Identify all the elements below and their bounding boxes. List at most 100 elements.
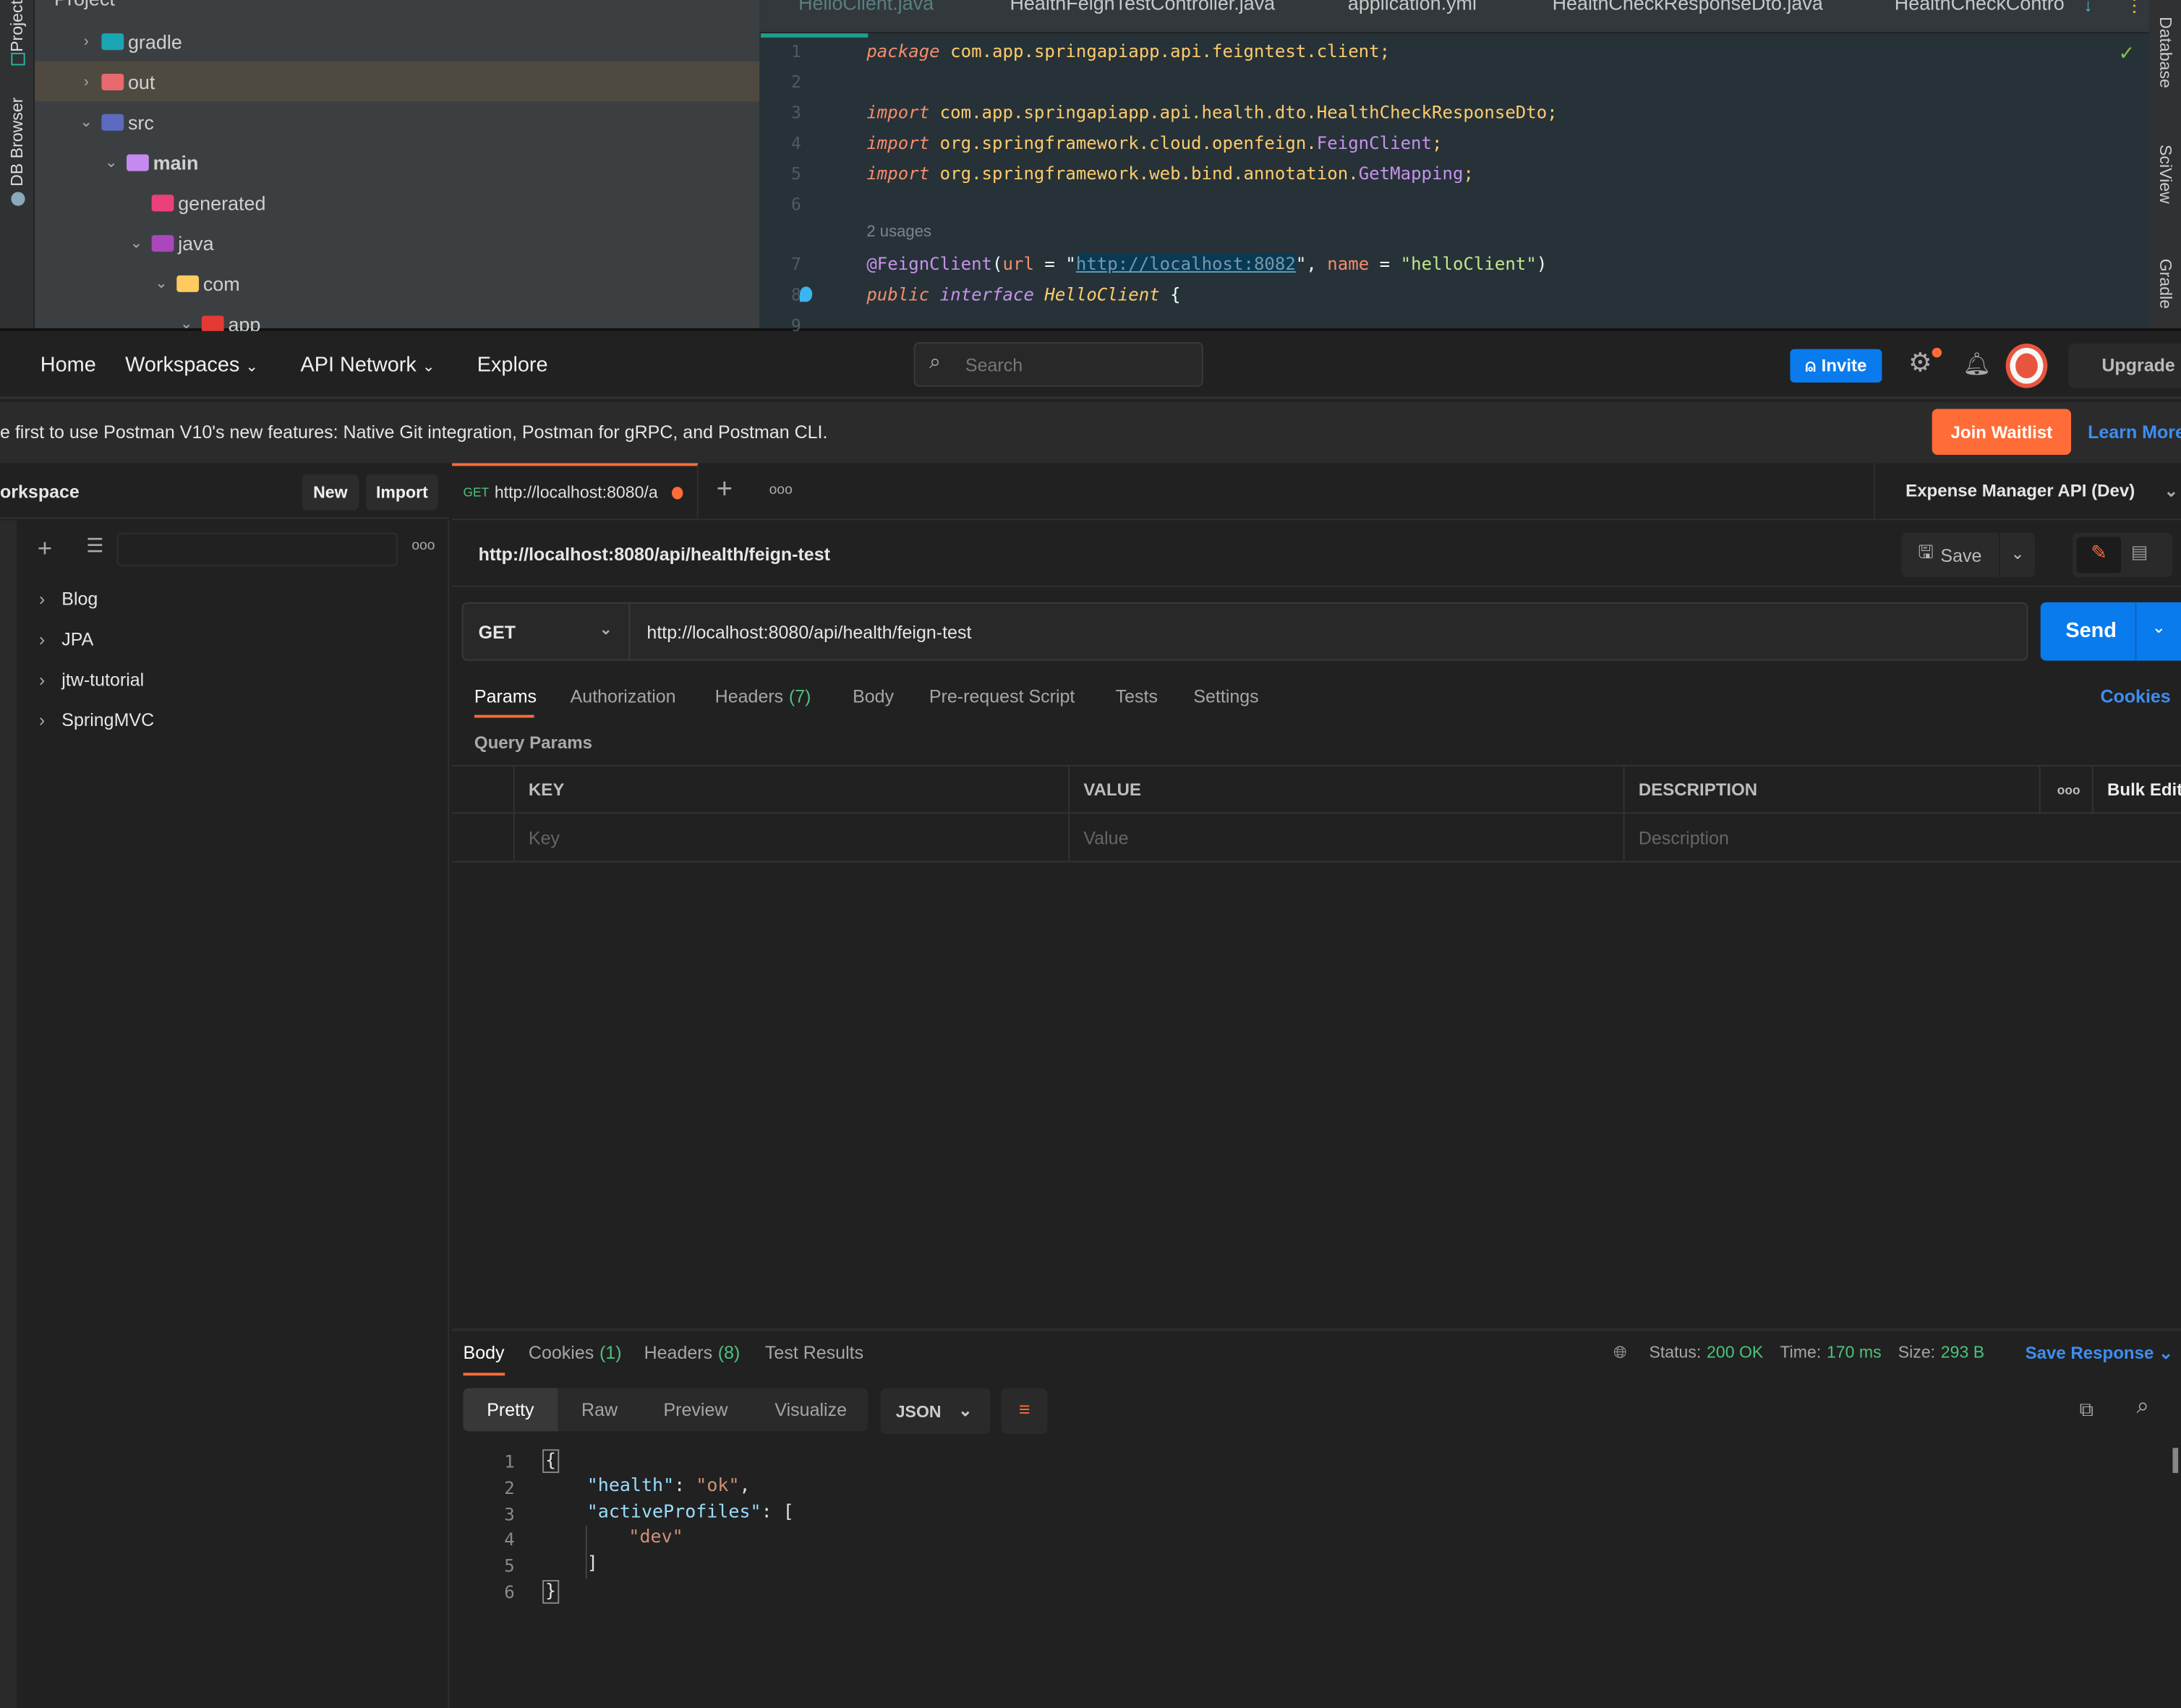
- more-icon[interactable]: ⋮: [2125, 0, 2143, 17]
- value-input[interactable]: Value: [1070, 814, 1625, 861]
- project-tool-tab[interactable]: Project: [7, 0, 27, 52]
- new-button[interactable]: New: [302, 474, 359, 511]
- collection-item[interactable]: › jtw-tutorial: [39, 669, 144, 690]
- view-preview[interactable]: Preview: [663, 1399, 727, 1420]
- save-options-chevron[interactable]: ⌄: [1999, 532, 2036, 578]
- key-input[interactable]: Key: [515, 814, 1070, 861]
- response-tab-cookies[interactable]: Cookies (1): [529, 1342, 622, 1363]
- environment-selector[interactable]: Expense Manager API (Dev) ⌄: [1873, 463, 2181, 519]
- nav-home[interactable]: Home: [40, 354, 96, 377]
- chevron-right-icon[interactable]: ›: [39, 709, 45, 730]
- gradle-tool-tab[interactable]: Gradle: [2156, 259, 2175, 309]
- feign-url-link[interactable]: http://localhost:8082: [1075, 253, 1296, 274]
- editor-tab-helloclient[interactable]: HelloClient.java: [798, 0, 934, 14]
- nav-api-network[interactable]: API Network ⌄: [300, 354, 435, 377]
- format-select[interactable]: JSON ⌄: [880, 1388, 991, 1435]
- import-button[interactable]: Import: [365, 474, 438, 511]
- tree-item-generated[interactable]: generated: [35, 182, 759, 223]
- tree-item-main[interactable]: ⌄ main: [35, 142, 759, 182]
- response-tab-test-results[interactable]: Test Results: [765, 1342, 863, 1363]
- wrap-lines-icon[interactable]: ≡: [1001, 1388, 1048, 1435]
- scrollbar[interactable]: [2172, 1448, 2179, 1473]
- tab-options-icon[interactable]: ooo: [769, 482, 793, 498]
- learn-more-link[interactable]: Learn More: [2088, 422, 2181, 443]
- collections-search-input[interactable]: [116, 532, 398, 566]
- tree-item-java[interactable]: ⌄ java: [35, 223, 759, 263]
- tree-item-src[interactable]: ⌄ src: [35, 101, 759, 142]
- table-options-icon[interactable]: ooo: [2041, 766, 2093, 814]
- chevron-icon[interactable]: ⌄: [77, 113, 96, 131]
- tab-pre-request-script[interactable]: Pre-request Script: [929, 686, 1075, 706]
- bulk-edit-button[interactable]: Bulk Edit: [2093, 767, 2181, 814]
- join-waitlist-button[interactable]: Join Waitlist: [1932, 409, 2072, 455]
- view-visualize[interactable]: Visualize: [774, 1399, 847, 1420]
- editor-tab-healthcheckresponsedto[interactable]: HealthCheckResponseDto.java: [1553, 0, 1823, 14]
- copy-icon[interactable]: ⧉: [2080, 1398, 2093, 1422]
- editor-tab-healthfeigntestcontroller[interactable]: HealthFeignTestController.java: [1010, 0, 1275, 14]
- chevron-icon[interactable]: ⌄: [101, 153, 121, 171]
- tabs-overflow-icon[interactable]: ↓: [2083, 0, 2093, 15]
- editor-tab-healthcheckcontroller[interactable]: HealthCheckContro: [1895, 0, 2067, 14]
- collection-item[interactable]: › JPA: [39, 628, 93, 649]
- method-select[interactable]: GET ⌄: [464, 603, 631, 659]
- cookies-link[interactable]: Cookies: [2100, 686, 2170, 706]
- chevron-icon[interactable]: ›: [77, 73, 96, 90]
- chevron-icon[interactable]: ⌄: [127, 234, 146, 252]
- view-pretty[interactable]: Pretty: [463, 1388, 558, 1432]
- tree-item-gradle[interactable]: › gradle: [35, 21, 759, 61]
- implementation-gutter-icon[interactable]: [799, 286, 813, 302]
- chevron-right-icon[interactable]: ›: [39, 628, 45, 649]
- globe-icon[interactable]: 🌐︎: [1613, 1342, 1626, 1363]
- avatar[interactable]: [2005, 343, 2048, 388]
- chevron-icon[interactable]: ⌄: [152, 274, 171, 292]
- more-options-icon[interactable]: ooo: [411, 538, 435, 553]
- description-input[interactable]: Description: [1625, 814, 2181, 861]
- chevron-right-icon[interactable]: ›: [39, 589, 45, 610]
- nav-workspaces[interactable]: Workspaces ⌄: [125, 354, 258, 377]
- editor-tab-application-yml[interactable]: application.yml: [1348, 0, 1477, 14]
- tab-body[interactable]: Body: [853, 686, 894, 706]
- sciview-tool-tab[interactable]: SciView: [2156, 145, 2175, 204]
- url-input[interactable]: http://localhost:8080/api/health/feign-t…: [646, 622, 971, 643]
- view-raw[interactable]: Raw: [581, 1399, 618, 1420]
- edit-pencil-icon[interactable]: ✎: [2076, 537, 2122, 573]
- database-tool-tab[interactable]: Database: [2156, 17, 2175, 88]
- tree-item-com[interactable]: ⌄ com: [35, 263, 759, 304]
- search-icon[interactable]: ⌕: [2136, 1395, 2148, 1420]
- chevron-right-icon[interactable]: ›: [39, 669, 45, 690]
- chevron-icon[interactable]: ›: [77, 33, 96, 49]
- time-value: 170 ms: [1826, 1342, 1882, 1362]
- collection-item[interactable]: › Blog: [39, 589, 98, 610]
- bell-icon[interactable]: 🔔︎: [1963, 351, 1991, 378]
- chevron-icon[interactable]: ⌄: [176, 315, 196, 333]
- code-editor[interactable]: HelloClient.java HealthFeignTestControll…: [759, 0, 2149, 336]
- new-tab-plus-icon[interactable]: +: [717, 474, 733, 506]
- usages-hint[interactable]: 2 usages: [866, 224, 931, 241]
- db-browser-tool-tab[interactable]: DB Browser: [7, 98, 27, 187]
- tab-settings[interactable]: Settings: [1193, 686, 1258, 706]
- response-tab-headers[interactable]: Headers (8): [644, 1342, 740, 1363]
- tab-tests[interactable]: Tests: [1116, 686, 1158, 706]
- nav-explore[interactable]: Explore: [477, 354, 548, 377]
- settings-gear-icon[interactable]: ⚙: [1908, 348, 1932, 380]
- send-button[interactable]: Send: [2065, 619, 2117, 643]
- save-response-button[interactable]: Save Response ⌄: [2026, 1342, 2174, 1363]
- save-button[interactable]: 🖫︎ Save: [1901, 532, 1999, 578]
- request-tab[interactable]: GET http://localhost:8080/a: [452, 463, 699, 519]
- request-title[interactable]: http://localhost:8080/api/health/feign-t…: [479, 544, 830, 565]
- tab-headers[interactable]: Headers (7): [715, 686, 811, 706]
- pane-divider[interactable]: [452, 1328, 2181, 1331]
- search-input[interactable]: ⌕ Search: [913, 342, 1203, 387]
- tree-item-out[interactable]: › out: [35, 61, 760, 102]
- response-tab-body[interactable]: Body: [464, 1342, 505, 1363]
- comments-icon[interactable]: ▤: [2131, 541, 2148, 563]
- filter-icon[interactable]: ☰: [86, 534, 103, 558]
- project-tree: Project › gradle › out ⌄ src ⌄ main generated ⌄ ja…: [35, 0, 760, 335]
- tab-params[interactable]: Params: [474, 686, 537, 706]
- invite-button[interactable]: ⍝ Invite: [1790, 349, 1882, 383]
- collection-item[interactable]: › SpringMVC: [39, 709, 154, 730]
- tab-authorization[interactable]: Authorization: [571, 686, 676, 706]
- add-collection-icon[interactable]: +: [38, 534, 52, 563]
- upgrade-button[interactable]: Upgrade: [2068, 343, 2181, 388]
- send-options-chevron[interactable]: ⌄: [2152, 618, 2166, 637]
